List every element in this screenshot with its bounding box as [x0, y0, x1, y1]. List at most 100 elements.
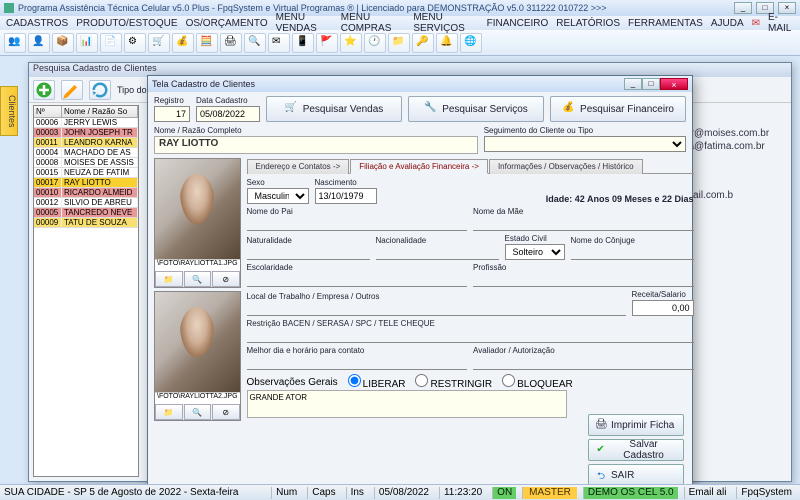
mae-input[interactable] [473, 217, 694, 231]
menu-os[interactable]: OS/ORÇAMENTO [186, 18, 268, 29]
menu-servicos[interactable]: MENU SERVIÇOS [413, 12, 478, 34]
naturalidade-input[interactable] [247, 246, 370, 260]
menu-cadastros[interactable]: CADASTROS [6, 18, 68, 29]
minimize-button[interactable]: _ [734, 2, 752, 14]
modal-close-button[interactable]: × [660, 78, 688, 90]
table-row[interactable]: 00005TANCREDO NEVE [34, 208, 138, 218]
radio-restringir[interactable] [415, 374, 428, 387]
seguimento-select[interactable] [484, 136, 686, 152]
pesquisar-servicos-button[interactable]: 🔧 Pesquisar Serviços [408, 96, 544, 122]
tool-doc-icon[interactable]: 📄 [100, 33, 122, 53]
tool-users-icon[interactable]: 👥 [4, 33, 26, 53]
menu-ajuda[interactable]: AJUDA [711, 18, 744, 29]
tool-print-icon[interactable]: 🖨 [220, 33, 242, 53]
tab-filiacao[interactable]: Filiação e Avaliação Financeira -> [350, 159, 488, 174]
nacionalidade-input[interactable] [376, 246, 499, 260]
modal-min-button[interactable]: _ [624, 78, 642, 90]
radio-liberar[interactable] [348, 374, 361, 387]
menu-vendas[interactable]: MENU VENDAS [276, 12, 333, 34]
nome-value[interactable]: RAY LIOTTO [154, 136, 478, 154]
avaliador-input[interactable] [473, 356, 694, 370]
menu-relatorios[interactable]: RELATÓRIOS [556, 18, 620, 29]
photo1-folder-button[interactable]: 📁 [155, 271, 183, 287]
horario-input[interactable] [247, 356, 468, 370]
pai-input[interactable] [247, 217, 468, 231]
obs-textarea[interactable]: GRANDE ATOR [247, 390, 567, 418]
tool-user-icon[interactable]: 👤 [28, 33, 50, 53]
restricao-input[interactable] [247, 329, 694, 343]
col-no[interactable]: Nº [34, 106, 62, 117]
menu-produto[interactable]: PRODUTO/ESTOQUE [76, 18, 177, 29]
tool-bell-icon[interactable]: 🔔 [436, 33, 458, 53]
tool-globe-icon[interactable]: 🌐 [460, 33, 482, 53]
tool-calc-icon[interactable]: 🧮 [196, 33, 218, 53]
table-row[interactable]: 00011LEANDRO KARNA [34, 138, 138, 148]
table-row[interactable]: 00010RICARDO ALMEID [34, 188, 138, 198]
menu-financeiro[interactable]: FINANCEIRO [487, 18, 549, 29]
opt-bloquear[interactable]: BLOQUEAR [502, 374, 573, 390]
tool-search-icon[interactable]: 🔍 [244, 33, 266, 53]
profissao-input[interactable] [473, 273, 694, 287]
pesquisar-vendas-button[interactable]: 🛒 Pesquisar Vendas [266, 96, 402, 122]
refresh-button[interactable] [89, 80, 111, 100]
sexo-select[interactable]: Masculino [247, 188, 309, 204]
modal-header[interactable]: Tela Cadastro de Clientes _ □ × [148, 76, 692, 92]
photo1-clear-button[interactable]: ⊘ [212, 271, 240, 287]
table-row[interactable]: 00012SILVIO DE ABREU [34, 198, 138, 208]
tool-flag-icon[interactable]: 🚩 [316, 33, 338, 53]
table-row[interactable]: 00004MACHADO DE AS [34, 148, 138, 158]
tool-mail-icon[interactable]: ✉ [268, 33, 290, 53]
menu-ferramentas[interactable]: FERRAMENTAS [628, 18, 703, 29]
tab-endereco[interactable]: Endereço e Contatos -> [247, 159, 350, 174]
clients-grid[interactable]: Nº Nome / Razão So 00006JERRY LEWIS00003… [33, 105, 139, 477]
conjuge-label: Nome do Cônjuge [571, 236, 694, 245]
conjuge-input[interactable] [571, 246, 694, 260]
tool-key-icon[interactable]: 🔑 [412, 33, 434, 53]
status-caps: Caps [307, 487, 339, 499]
registro-input[interactable] [154, 106, 190, 122]
data-cadastro-input[interactable] [196, 106, 260, 122]
edit-button[interactable] [61, 80, 83, 100]
col-nome[interactable]: Nome / Razão So [62, 106, 138, 117]
tool-clock-icon[interactable]: 🕐 [364, 33, 386, 53]
photo2-folder-button[interactable]: 📁 [155, 404, 183, 420]
escolaridade-input[interactable] [247, 273, 468, 287]
photo1-zoom-button[interactable]: 🔍 [184, 271, 212, 287]
sair-button[interactable]: ⮌SAIR [588, 464, 684, 486]
photo2-clear-button[interactable]: ⊘ [212, 404, 240, 420]
nascimento-input[interactable] [315, 188, 377, 204]
salvar-button[interactable]: ✔Salvar Cadastro [588, 439, 684, 461]
menu-compras[interactable]: MENU COMPRAS [341, 12, 406, 34]
modal-max-button[interactable]: □ [642, 78, 660, 90]
table-row[interactable]: 00015NEUZA DE FATIM [34, 168, 138, 178]
table-row[interactable]: 00003JOHN JOSEPH TR [34, 128, 138, 138]
imprimir-button[interactable]: 🖨Imprimir Ficha [588, 414, 684, 436]
opt-restringir[interactable]: RESTRINGIR [415, 374, 492, 390]
tool-gear-icon[interactable]: ⚙ [124, 33, 146, 53]
add-button[interactable] [33, 80, 55, 100]
menu-email[interactable]: E-MAIL [768, 12, 794, 34]
tool-money-icon[interactable]: 💰 [172, 33, 194, 53]
table-row[interactable]: 00009TATU DE SOUZA [34, 218, 138, 228]
form-area: Endereço e Contatos -> Filiação e Avalia… [247, 158, 694, 421]
side-tab-clientes[interactable]: Clientes [0, 86, 18, 136]
tool-cart-icon[interactable]: 🛒 [148, 33, 170, 53]
table-row[interactable]: 00017RAY LIOTTO [34, 178, 138, 188]
trabalho-input[interactable] [247, 302, 626, 316]
tool-phone-icon[interactable]: 📱 [292, 33, 314, 53]
table-row[interactable]: 00006JERRY LEWIS [34, 118, 138, 128]
status-email[interactable]: Email ali [684, 487, 731, 499]
radio-bloquear[interactable] [502, 374, 515, 387]
tool-box-icon[interactable]: 📦 [52, 33, 74, 53]
tab-informacoes[interactable]: Informações / Observações / Histórico [489, 159, 643, 174]
opt-liberar[interactable]: LIBERAR [348, 374, 406, 390]
receita-input[interactable] [632, 300, 694, 316]
tool-folder-icon[interactable]: 📁 [388, 33, 410, 53]
photo2-zoom-button[interactable]: 🔍 [184, 404, 212, 420]
trabalho-label: Local de Trabalho / Empresa / Outros [247, 292, 626, 301]
pesquisar-financeiro-button[interactable]: 💰 Pesquisar Financeiro [550, 96, 686, 122]
table-row[interactable]: 00008MOISES DE ASSIS [34, 158, 138, 168]
tool-chart-icon[interactable]: 📊 [76, 33, 98, 53]
tool-star-icon[interactable]: ⭐ [340, 33, 362, 53]
estado-civil-select[interactable]: Solteiro [505, 244, 565, 260]
